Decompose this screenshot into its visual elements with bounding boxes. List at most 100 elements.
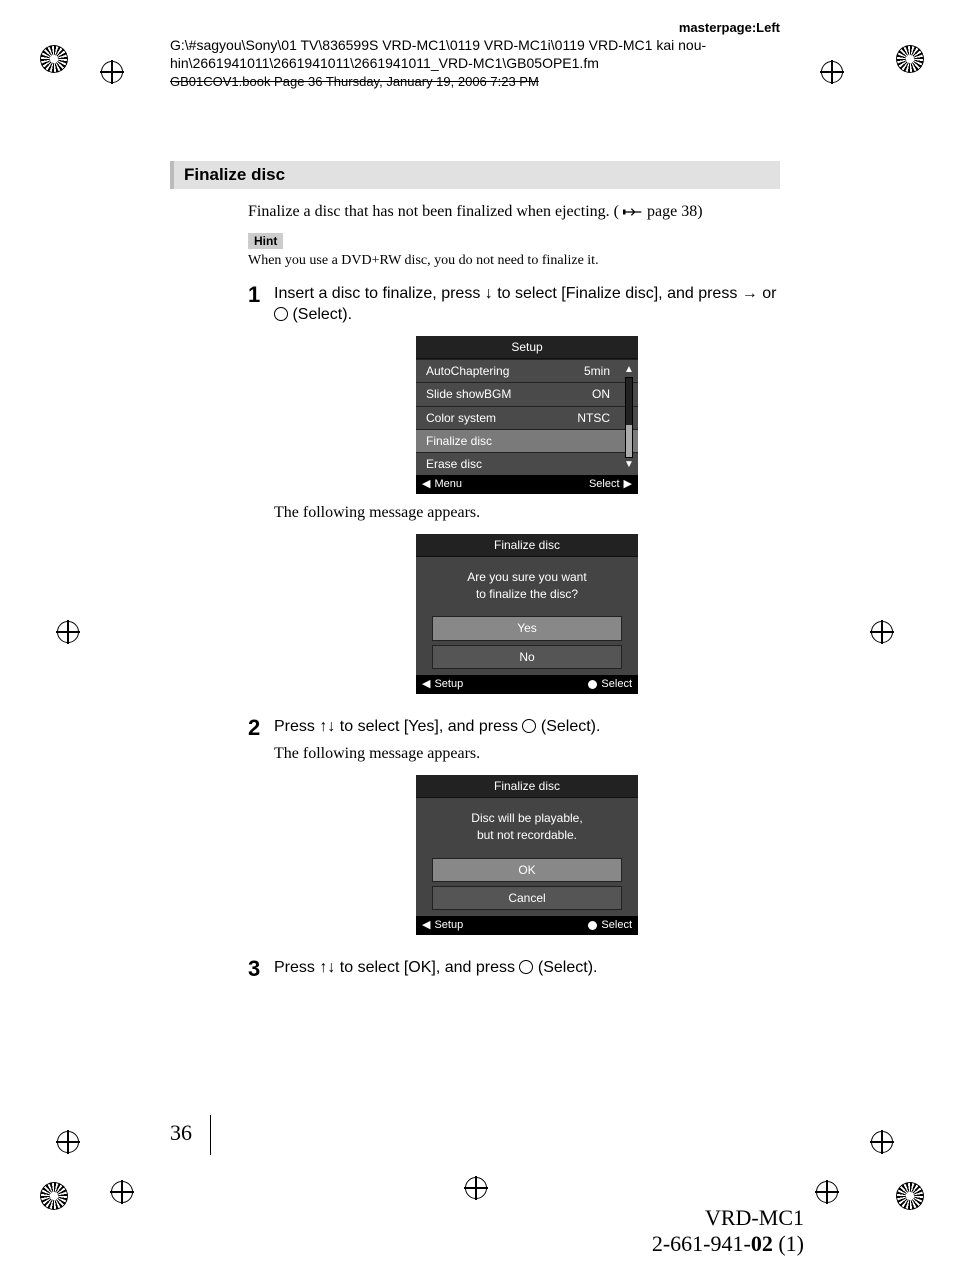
osd-scrollbar: ▲ ▼	[624, 363, 634, 471]
masterpage-label: masterpage:Left	[170, 20, 780, 35]
osd-row-value: ON	[592, 386, 610, 402]
osd-message: Are you sure you want to finalize the di…	[416, 557, 638, 617]
section-body: Finalize a disc that has not been finali…	[248, 201, 780, 982]
osd-footer-left: Menu	[434, 477, 462, 492]
osd-title: Finalize disc	[416, 534, 638, 557]
osd-row-value: 5min	[584, 363, 610, 379]
crop-mark	[56, 620, 80, 644]
osd-message-line: but not recordable.	[477, 828, 577, 842]
source-path: G:\#sagyou\Sony\01 TV\836599S VRD-MC1\01…	[170, 37, 780, 91]
page-number-rule	[210, 1115, 211, 1155]
crop-mark	[870, 1130, 894, 1154]
step3-a: Press	[274, 959, 319, 976]
osd-row: AutoChaptering 5min	[416, 359, 638, 382]
path-line1: G:\#sagyou\Sony\01 TV\836599S VRD-MC1\01…	[170, 37, 706, 53]
step-1: 1 Insert a disc to finalize, press ↓ to …	[248, 283, 780, 702]
osd-row-label: Slide showBGM	[426, 386, 511, 402]
right-arrow-icon: ▶	[624, 477, 632, 492]
osd-title: Finalize disc	[416, 775, 638, 798]
path-line2: hin\2661941011\2661941011\2661941011_VRD…	[170, 55, 599, 71]
scroll-down-arrow-icon: ▼	[624, 458, 634, 472]
osd-setup-screen: Setup AutoChaptering 5min Slide showBGM ON…	[416, 336, 638, 494]
osd-row-label: Erase disc	[426, 456, 482, 472]
step-2: 2 Press ↑↓ to select [Yes], and press (S…	[248, 716, 780, 943]
osd-footer-left: Setup	[434, 918, 463, 933]
crop-mark	[100, 60, 124, 84]
osd-footer: ◀ Setup Select	[416, 916, 638, 935]
osd-message-line: Disc will be playable,	[471, 811, 582, 825]
osd-row-label: Color system	[426, 410, 496, 426]
osd-footer-right: Select	[601, 918, 632, 933]
page-number: 36	[170, 1120, 192, 1146]
partno-c: (1)	[773, 1231, 804, 1256]
hint-text: When you use a DVD+RW disc, you do not n…	[248, 253, 780, 269]
crop-mark	[815, 1180, 839, 1204]
step1-a: Insert a disc to finalize, press	[274, 285, 485, 302]
register-mark	[896, 45, 924, 73]
osd-row: Slide showBGM ON	[416, 382, 638, 405]
step1-b: to select [Finalize disc], and press	[497, 285, 742, 302]
section-heading: Finalize disc	[170, 161, 780, 189]
osd-button-no: No	[432, 645, 622, 669]
osd-buttons: OK Cancel	[416, 858, 638, 916]
step1-c: or	[762, 285, 776, 302]
hint-label: Hint	[248, 233, 283, 249]
osd-row-label: Finalize disc	[426, 433, 492, 449]
step-number: 2	[248, 716, 274, 943]
osd-row-selected: Finalize disc	[416, 429, 638, 452]
updown-arrow-icon: ↑↓	[319, 959, 335, 976]
osd-row-label: AutoChaptering	[426, 363, 509, 379]
crop-mark	[870, 620, 894, 644]
crop-mark	[110, 1180, 134, 1204]
step-body: Press ↑↓ to select [OK], and press (Sele…	[274, 957, 780, 981]
osd-rows: AutoChaptering 5min Slide showBGM ON Color…	[416, 359, 638, 475]
osd-row: Erase disc	[416, 452, 638, 475]
step2-followup: The following message appears.	[274, 743, 780, 765]
updown-arrow-icon: ↑↓	[319, 718, 335, 735]
overprint-line: GB01COV1.book Page 36 Thursday, January …	[170, 74, 539, 90]
step3-c: (Select).	[538, 959, 598, 976]
select-dot-icon	[588, 680, 597, 689]
osd-footer: ◀ Setup Select	[416, 675, 638, 694]
scroll-track	[625, 377, 633, 458]
scroll-thumb	[626, 425, 632, 457]
footer: VRD-MC1 2-661-941-02 (1)	[652, 1205, 804, 1257]
crop-mark	[56, 1130, 80, 1154]
step1-d: (Select).	[292, 306, 352, 323]
scroll-up-arrow-icon: ▲	[624, 363, 634, 377]
register-mark	[40, 1182, 68, 1210]
step-body: Insert a disc to finalize, press ↓ to se…	[274, 283, 780, 702]
select-circle-icon	[274, 307, 288, 321]
osd-footer-left: Setup	[434, 677, 463, 692]
step3-b: to select [OK], and press	[340, 959, 520, 976]
osd-message-line: to finalize the disc?	[476, 587, 578, 601]
osd-footer-right: Select	[589, 477, 620, 492]
select-circle-icon	[519, 960, 533, 974]
crop-mark	[820, 60, 844, 84]
step-3: 3 Press ↑↓ to select [OK], and press (Se…	[248, 957, 780, 981]
osd-button-ok: OK	[432, 858, 622, 882]
step2-c: (Select).	[541, 718, 601, 735]
step-body: Press ↑↓ to select [Yes], and press (Sel…	[274, 716, 780, 943]
osd-button-cancel: Cancel	[432, 886, 622, 910]
osd-message-line: Are you sure you want	[467, 570, 586, 584]
intro-before: Finalize a disc that has not been finali…	[248, 203, 619, 220]
osd-button-yes: Yes	[432, 616, 622, 640]
step-number: 3	[248, 957, 274, 981]
osd-confirm2-screen: Finalize disc Disc will be playable, but…	[416, 775, 638, 935]
osd-title: Setup	[416, 336, 638, 359]
select-circle-icon	[522, 719, 536, 733]
footer-partno: 2-661-941-02 (1)	[652, 1231, 804, 1257]
left-arrow-icon: ◀	[422, 918, 430, 933]
step-number: 1	[248, 283, 274, 702]
select-dot-icon	[588, 921, 597, 930]
register-mark	[40, 45, 68, 73]
page-ref-icon	[623, 207, 643, 217]
page-ref-text: page 38)	[647, 203, 703, 220]
step1-followup: The following message appears.	[274, 502, 780, 524]
step2-b: to select [Yes], and press	[340, 718, 523, 735]
intro-text: Finalize a disc that has not been finali…	[248, 201, 780, 223]
page-content: masterpage:Left G:\#sagyou\Sony\01 TV\83…	[170, 20, 780, 981]
partno-a: 2-661-941-	[652, 1231, 751, 1256]
down-arrow-icon: ↓	[485, 285, 493, 302]
